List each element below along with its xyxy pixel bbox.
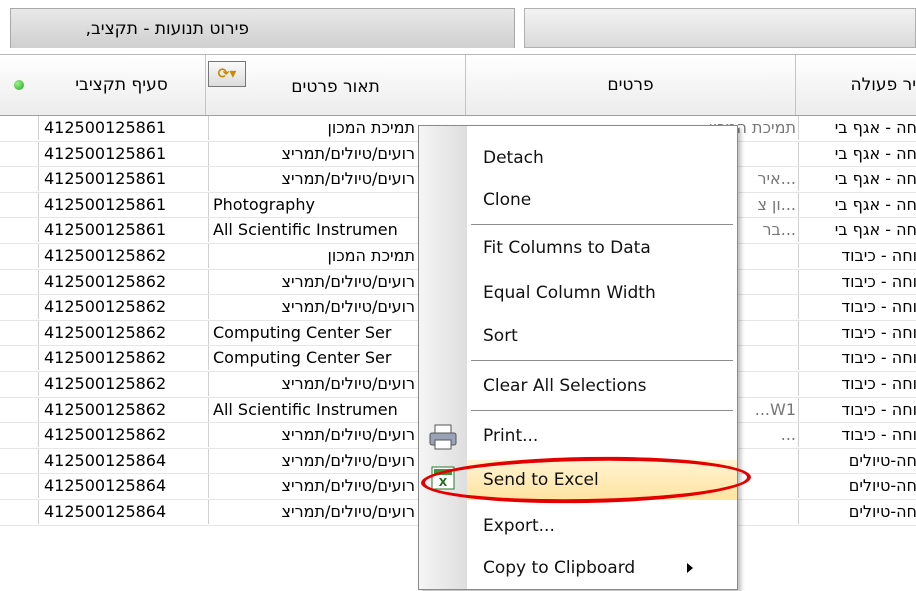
cell-budget-section: 412500125862 bbox=[44, 297, 167, 317]
cell-item-description: רועים/טיולים/תמריצ bbox=[208, 269, 415, 294]
cell-item-description: רועים/טיולים/תמריצ bbox=[208, 371, 415, 396]
menu-item-detach[interactable]: Detach bbox=[467, 138, 737, 178]
menu-item-fit-columns[interactable]: Fit Columns to Data bbox=[467, 228, 737, 268]
cell-budget-section: 412500125861 bbox=[44, 169, 167, 189]
row-selector[interactable] bbox=[0, 116, 39, 140]
window-tab[interactable]: פירוט תנועות - תקציב, bbox=[10, 8, 515, 48]
menu-separator bbox=[471, 410, 733, 411]
context-menu: Detach Clone Fit Columns to Data Equal C… bbox=[418, 125, 738, 590]
cell-budget-section: 412500125861 bbox=[44, 194, 167, 214]
column-header-item-description[interactable]: תאור פרטים bbox=[206, 55, 466, 115]
menu-item-copy-label: Copy to Clipboard bbox=[483, 558, 636, 578]
cell-item-description: תמיכת המכון bbox=[208, 243, 415, 268]
menu-item-sort[interactable]: Sort bbox=[467, 316, 737, 356]
cell-budget-section: 412500125864 bbox=[44, 501, 167, 521]
cell-action-type: וחה - כיבוד bbox=[798, 423, 916, 448]
row-selector[interactable] bbox=[0, 371, 39, 396]
menu-item-clear-selections[interactable]: Clear All Selections bbox=[467, 366, 737, 406]
cell-item-description: רועים/טיולים/תמריצ bbox=[208, 141, 415, 166]
cell-action-type: וחה - כיבוד bbox=[798, 397, 916, 422]
row-selector[interactable] bbox=[0, 499, 39, 524]
cell-action-type: וחה - כיבוד bbox=[798, 243, 916, 268]
cell-action-type: וחה - כיבוד bbox=[798, 295, 916, 320]
menu-item-clone[interactable]: Clone bbox=[467, 180, 737, 220]
menu-separator bbox=[471, 360, 733, 361]
cell-budget-section: 412500125862 bbox=[44, 245, 167, 265]
menu-icon-gutter bbox=[419, 126, 467, 589]
cell-item-description: Computing Center Ser bbox=[208, 346, 423, 371]
cell-item-description: תמיכת המכון bbox=[208, 116, 415, 140]
cell-budget-section: 412500125864 bbox=[44, 476, 167, 496]
row-selector[interactable] bbox=[0, 141, 39, 166]
row-selector[interactable] bbox=[0, 346, 39, 371]
cell-budget-section: 412500125862 bbox=[44, 425, 167, 445]
cell-action-type: חה-טיולים bbox=[798, 499, 916, 524]
cell-action-type: חה-טיולים bbox=[798, 448, 916, 473]
cell-budget-section: 412500125862 bbox=[44, 399, 167, 419]
cell-item-description: רועים/טיולים/תמריצ bbox=[208, 295, 415, 320]
cell-action-type: חה-טיולים bbox=[798, 474, 916, 499]
row-selector[interactable] bbox=[0, 423, 39, 448]
menu-item-export[interactable]: Export... bbox=[467, 506, 737, 546]
cell-budget-section: 412500125862 bbox=[44, 271, 167, 291]
submenu-arrow-icon bbox=[687, 563, 693, 573]
row-selector[interactable] bbox=[0, 218, 39, 243]
printer-icon bbox=[429, 424, 457, 450]
row-selector[interactable] bbox=[0, 192, 39, 217]
cell-budget-section: 412500125862 bbox=[44, 322, 167, 342]
cell-budget-section: 412500125864 bbox=[44, 450, 167, 470]
cell-item-description: רועים/טיולים/תמריצ bbox=[208, 423, 415, 448]
cell-action-type: חה - אגף בי bbox=[798, 192, 916, 217]
row-selector[interactable] bbox=[0, 448, 39, 473]
cell-action-type: חה - אגף בי bbox=[798, 167, 916, 192]
row-selector[interactable] bbox=[0, 295, 39, 320]
row-selector[interactable] bbox=[0, 397, 39, 422]
row-selector[interactable] bbox=[0, 320, 39, 345]
cell-action-type: וחה - כיבוד bbox=[798, 269, 916, 294]
column-header-action-type[interactable]: יר פעולה bbox=[796, 55, 916, 115]
menu-item-copy-to-clipboard[interactable]: Copy to Clipboard bbox=[467, 548, 737, 588]
grid-header: סעיף תקציבי ⟳▾ תאור פרטים פרטים יר פעולה bbox=[0, 55, 916, 116]
column-header-items[interactable]: פרטים bbox=[466, 55, 796, 115]
cell-item-description: רועים/טיולים/תמריצ bbox=[208, 448, 415, 473]
cell-item-description: Photography bbox=[208, 192, 423, 217]
cell-item-description: All Scientific Instrumen bbox=[208, 397, 423, 422]
cell-item-description: All Scientific Instrumen bbox=[208, 218, 423, 243]
status-indicator-icon bbox=[14, 80, 24, 90]
cell-budget-section: 412500125861 bbox=[44, 220, 167, 240]
cell-action-type: וחה - כיבוד bbox=[798, 320, 916, 345]
cell-action-type: חה - אגף בי bbox=[798, 218, 916, 243]
cell-action-type: חה - אגף בי bbox=[798, 141, 916, 166]
window-title: פירוט תנועות - תקציב, bbox=[85, 19, 249, 39]
cell-item-description: רועים/טיולים/תמריצ bbox=[208, 167, 415, 192]
cell-budget-section: 412500125862 bbox=[44, 348, 167, 368]
row-selector[interactable] bbox=[0, 269, 39, 294]
row-selector[interactable] bbox=[0, 474, 39, 499]
cell-budget-section: 412500125862 bbox=[44, 373, 167, 393]
window-titlebar: פירוט תנועות - תקציב, bbox=[0, 0, 916, 54]
cell-item-description: Computing Center Ser bbox=[208, 320, 423, 345]
menu-item-print[interactable]: Print... bbox=[467, 416, 737, 456]
column-header-budget-section[interactable]: סעיף תקציבי bbox=[38, 55, 206, 115]
cell-item-description: רועים/טיולים/תמריצ bbox=[208, 474, 415, 499]
cell-item-description: רועים/טיולים/תמריצ bbox=[208, 499, 415, 524]
row-selector[interactable] bbox=[0, 167, 39, 192]
secondary-tab[interactable] bbox=[524, 8, 916, 48]
menu-item-equal-column-width[interactable]: Equal Column Width bbox=[467, 273, 737, 313]
cell-budget-section: 412500125861 bbox=[44, 143, 167, 163]
cell-budget-section: 412500125861 bbox=[44, 118, 167, 137]
cell-action-type: חה - אגף בי bbox=[798, 116, 916, 140]
cell-action-type: וחה - כיבוד bbox=[798, 346, 916, 371]
row-selector[interactable] bbox=[0, 243, 39, 268]
menu-separator bbox=[471, 224, 733, 225]
cell-action-type: וחה - כיבוד bbox=[798, 371, 916, 396]
